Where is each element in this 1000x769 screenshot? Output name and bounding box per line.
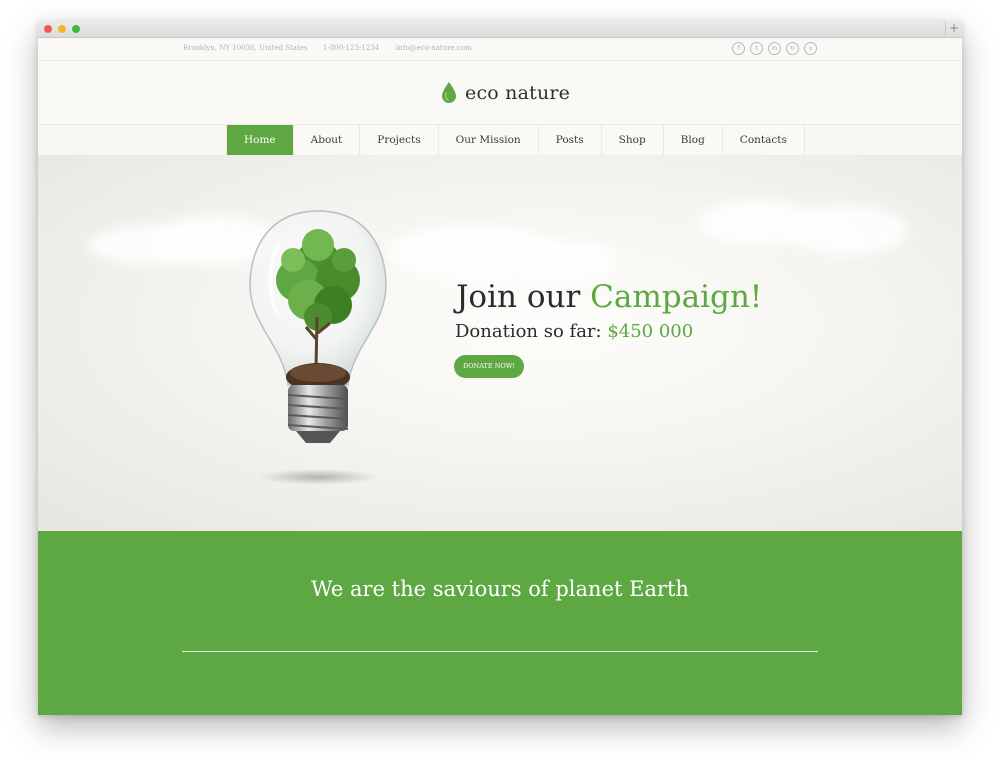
phone-text: 1-800-123-1234 bbox=[323, 44, 380, 52]
linkedin-icon[interactable]: in bbox=[768, 42, 781, 55]
nav-item-shop[interactable]: Shop bbox=[601, 125, 664, 155]
cloud-shape bbox=[788, 205, 908, 255]
nav-item-contacts[interactable]: Contacts bbox=[722, 125, 805, 155]
mission-heading: We are the saviours of planet Earth bbox=[311, 577, 689, 601]
email-link[interactable]: info@eco-nature.com bbox=[396, 44, 472, 52]
nav-item-projects[interactable]: Projects bbox=[360, 125, 439, 155]
address-text: Brooklyn, NY 10036, United States bbox=[183, 44, 308, 52]
hero-title: Join our Campaign! bbox=[456, 279, 762, 315]
lightbulb-tree-image bbox=[249, 210, 387, 485]
facebook-icon[interactable]: f bbox=[732, 42, 745, 55]
nav-item-blog[interactable]: Blog bbox=[663, 125, 723, 155]
share-icon[interactable]: ↻ bbox=[786, 42, 799, 55]
water-drop-icon bbox=[442, 82, 456, 103]
top-contact-bar: Brooklyn, NY 10036, United States 1-800-… bbox=[38, 38, 962, 61]
vimeo-icon[interactable]: v bbox=[804, 42, 817, 55]
nav-item-our-mission[interactable]: Our Mission bbox=[438, 125, 539, 155]
donation-label: Donation so far: bbox=[455, 321, 602, 342]
nav-item-posts[interactable]: Posts bbox=[538, 125, 602, 155]
logo-text: eco nature bbox=[465, 82, 571, 104]
new-tab-button[interactable]: + bbox=[945, 21, 962, 37]
twitter-icon[interactable]: t bbox=[750, 42, 763, 55]
cloud-shape bbox=[508, 240, 618, 280]
window-titlebar: + bbox=[38, 21, 962, 38]
close-window-button[interactable] bbox=[44, 25, 52, 33]
browser-window: + Brooklyn, NY 10036, United States 1-80… bbox=[38, 21, 962, 715]
nav-item-about[interactable]: About bbox=[293, 125, 361, 155]
donation-line: Donation so far: $450 000 bbox=[455, 321, 693, 342]
main-navigation: Home About Projects Our Mission Posts Sh… bbox=[226, 125, 805, 155]
maximize-window-button[interactable] bbox=[72, 25, 80, 33]
donate-now-button[interactable]: DONATE NOW! bbox=[454, 355, 524, 378]
hero-title-plain: Join our bbox=[456, 279, 581, 315]
site-header: eco nature bbox=[38, 61, 962, 125]
minimize-window-button[interactable] bbox=[58, 25, 66, 33]
nav-item-home[interactable]: Home bbox=[226, 125, 294, 155]
hero-title-accent: Campaign! bbox=[590, 279, 763, 315]
divider-line bbox=[182, 651, 818, 652]
mission-band: We are the saviours of planet Earth bbox=[38, 531, 962, 715]
donation-amount: $450 000 bbox=[607, 321, 694, 342]
hero-section: Join our Campaign! Donation so far: $450… bbox=[38, 155, 962, 531]
